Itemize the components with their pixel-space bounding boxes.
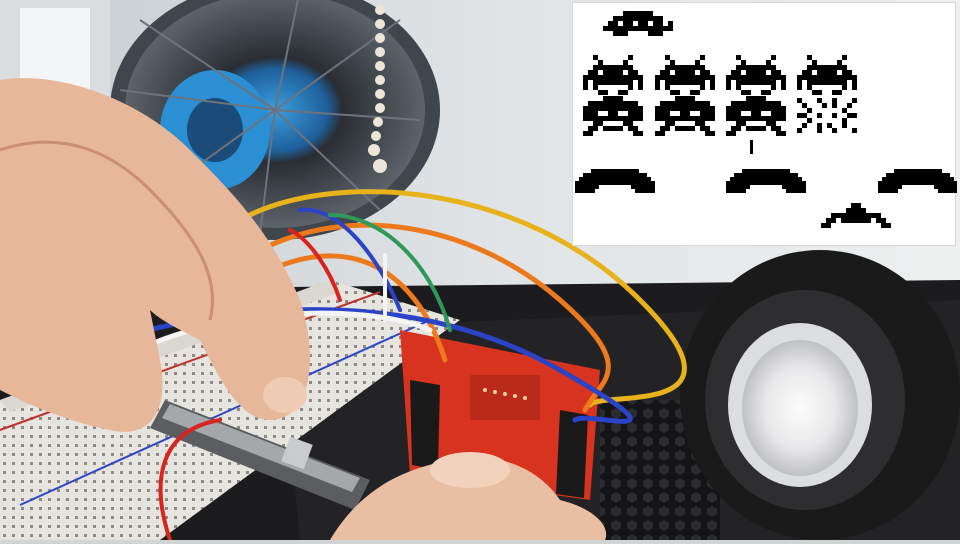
bunker-icon: [726, 169, 806, 193]
game-inset: [572, 2, 957, 246]
invader-icon: [583, 55, 643, 95]
bunker-icon: [575, 169, 655, 193]
explosion-icon: [797, 98, 857, 133]
sprite-layer: [575, 11, 957, 228]
invader-icon: [726, 55, 786, 95]
invader-icon: [726, 96, 786, 136]
bunker-icon: [878, 169, 957, 193]
bullet-icon: [750, 140, 753, 154]
ufo-icon: [603, 11, 673, 36]
invader-icon: [655, 55, 715, 95]
laser-cannon-icon: [821, 203, 891, 228]
invader-icon: [655, 96, 715, 136]
invader-icon: [797, 55, 857, 95]
space-invaders-screen: [575, 11, 957, 228]
invader-icon: [583, 96, 643, 136]
